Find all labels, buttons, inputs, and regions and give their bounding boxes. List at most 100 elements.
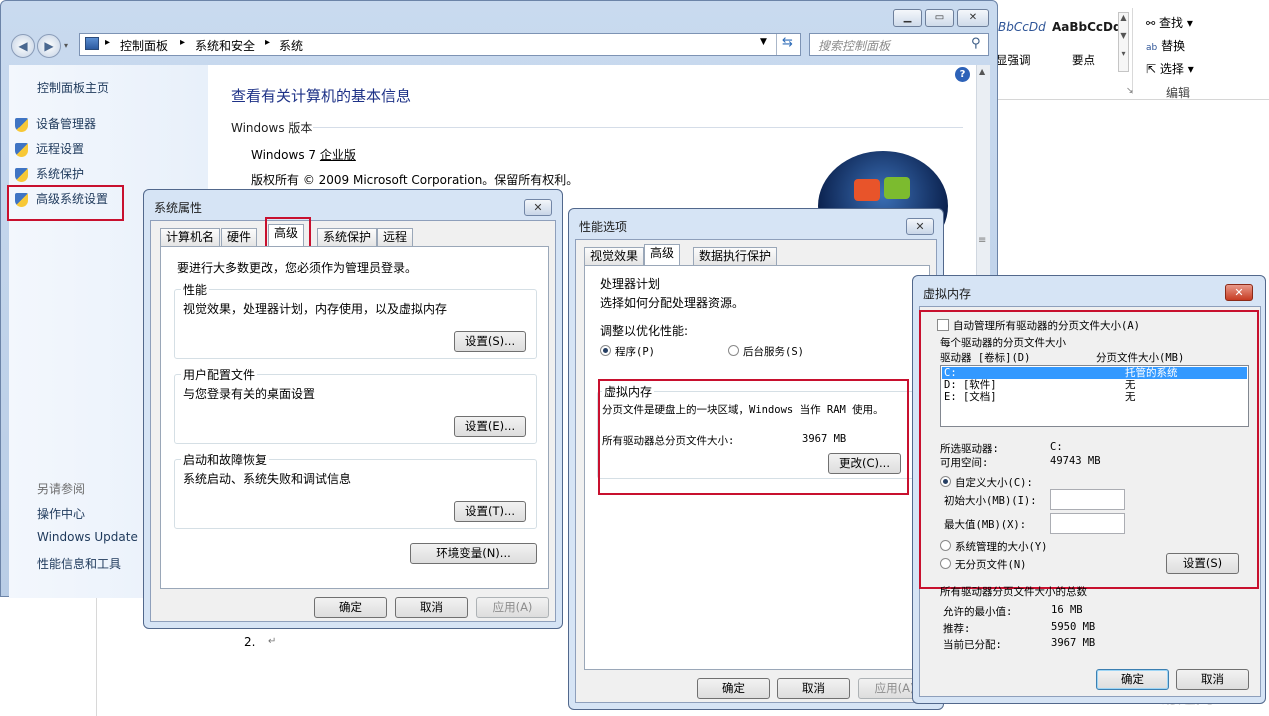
action-center-link[interactable]: 操作中心 <box>37 505 85 522</box>
close-button[interactable]: ✕ <box>957 9 989 27</box>
totals-heading: 所有驱动器分页文件大小的总数 <box>940 586 1087 598</box>
highlight-box <box>598 379 909 495</box>
windows-update-link[interactable]: Windows Update <box>37 530 138 544</box>
startup-settings-button[interactable]: 设置(T)... <box>454 501 526 522</box>
sidebar-item-device-manager[interactable]: 设备管理器 <box>15 115 96 132</box>
editing-group-label: 编辑 <box>1166 86 1191 100</box>
search-input[interactable]: 搜索控制面板 <box>809 33 989 56</box>
group-desc: 选择如何分配处理器资源。 <box>600 296 745 310</box>
close-button[interactable]: ✕ <box>906 218 934 235</box>
ok-button[interactable]: 确定 <box>314 597 387 618</box>
page-title: 查看有关计算机的基本信息 <box>231 87 412 105</box>
group-desc: 与您登录有关的桌面设置 <box>183 387 316 401</box>
address-dropdown-icon[interactable]: ▼ <box>760 37 767 47</box>
min-label: 允许的最小值: <box>943 606 1013 618</box>
replace-button[interactable]: ab 替换 <box>1146 37 1185 54</box>
copyright-text: 版权所有 © 2009 Microsoft Corporation。保留所有权利… <box>251 173 579 187</box>
group-title: 用户配置文件 <box>181 366 258 383</box>
shield-icon <box>15 142 28 157</box>
group-title: 处理器计划 <box>598 275 663 292</box>
breadcrumb-arrow: ▸ <box>265 37 271 48</box>
breadcrumb-control-panel[interactable]: 控制面板 <box>120 37 168 54</box>
tab-hardware[interactable]: 硬件 <box>221 228 258 247</box>
cancel-button[interactable]: 取消 <box>1176 669 1249 690</box>
breadcrumb-arrow: ▸ <box>105 37 111 48</box>
control-panel-home-link[interactable]: 控制面板主页 <box>37 79 109 96</box>
tab-computer-name[interactable]: 计算机名 <box>160 228 221 247</box>
minimize-button[interactable]: ▁ <box>893 9 922 27</box>
scroll-up-icon[interactable]: ▲ <box>979 67 985 76</box>
highlight-box <box>919 310 1259 589</box>
word-ribbon: BbCcDd 显强调 AaBbCcDd 要点 ▲ ▼ ▾ ⚯ 查找 ▾ ab 替换 … <box>990 0 1269 100</box>
services-radio[interactable]: 后台服务(S) <box>728 344 804 359</box>
scroll-thumb[interactable]: ≡ <box>978 235 989 255</box>
shield-icon <box>15 167 28 182</box>
current-value: 3967 MB <box>1051 637 1096 649</box>
dialog-title: 系统属性 <box>154 201 203 215</box>
style-preview-emphasis[interactable]: BbCcDd <box>998 20 1046 34</box>
style-label-emphasis: 显强调 <box>996 53 1031 67</box>
sidebar-item-remote[interactable]: 远程设置 <box>15 140 84 157</box>
dialog-launcher-icon[interactable]: ↘ <box>1126 86 1134 96</box>
cursor-icon: ⇱ <box>1146 62 1157 76</box>
profile-settings-button[interactable]: 设置(E)... <box>454 416 526 437</box>
tab-visual-effects[interactable]: 视觉效果 <box>584 247 645 266</box>
radio-icon <box>600 345 611 356</box>
list-item-number: 2. <box>244 635 256 649</box>
env-variables-button[interactable]: 环境变量(N)... <box>410 543 537 564</box>
apply-button[interactable]: 应用(A) <box>476 597 549 618</box>
scheduling-group: 处理器计划 选择如何分配处理器资源。 调整以优化性能: 程序(P) 后台服务(S… <box>597 275 917 367</box>
margin-guide <box>96 595 97 716</box>
highlight-box <box>7 185 124 221</box>
edition-line: Windows 7 企业版 <box>251 148 356 162</box>
paragraph-mark-icon: ↵ <box>268 636 277 647</box>
programs-radio[interactable]: 程序(P) <box>600 344 655 359</box>
help-icon[interactable]: ? <box>955 67 970 82</box>
find-button[interactable]: ⚯ 查找 ▾ <box>1146 14 1193 31</box>
tab-advanced[interactable]: 高级 <box>644 244 681 266</box>
cancel-button[interactable]: 取消 <box>395 597 468 618</box>
group-title: 启动和故障恢复 <box>181 451 270 468</box>
radio-icon <box>728 345 739 356</box>
dialog-title: 虚拟内存 <box>923 287 972 301</box>
admin-note: 要进行大多数更改，您必须作为管理员登录。 <box>177 261 418 275</box>
see-also-heading: 另请参阅 <box>37 482 86 496</box>
performance-tools-link[interactable]: 性能信息和工具 <box>37 555 121 572</box>
performance-options-dialog: 性能选项 ✕ 视觉效果 高级 数据执行保护 处理器计划 选择如何分配处理器资源。… <box>568 208 944 710</box>
select-button[interactable]: ⇱ 选择 ▾ <box>1146 60 1194 77</box>
close-button[interactable]: ✕ <box>1225 284 1253 301</box>
tab-system-protection[interactable]: 系统保护 <box>317 228 378 247</box>
breadcrumb-system[interactable]: 系统 <box>279 37 303 54</box>
styles-scroll[interactable]: ▲ ▼ ▾ <box>1118 12 1129 72</box>
back-button[interactable]: ◀ <box>11 34 35 58</box>
logo-pane-red <box>854 179 880 201</box>
close-button[interactable]: ✕ <box>524 199 552 216</box>
tab-dep[interactable]: 数据执行保护 <box>693 247 778 266</box>
style-preview-strong[interactable]: AaBbCcDd <box>1052 20 1122 34</box>
forward-button[interactable]: ▶ <box>37 34 61 58</box>
logo-pane-green <box>884 177 910 199</box>
group-desc: 视觉效果，处理器计划，内存使用，以及虚拟内存 <box>183 302 448 316</box>
tab-remote[interactable]: 远程 <box>377 228 414 247</box>
current-label: 当前已分配: <box>943 639 1002 651</box>
breadcrumb-system-security[interactable]: 系统和安全 <box>195 37 255 54</box>
search-icon[interactable]: ⚲ <box>971 36 981 51</box>
profile-group: 用户配置文件 与您登录有关的桌面设置 设置(E)... <box>174 366 537 444</box>
min-value: 16 MB <box>1051 604 1083 616</box>
ok-button[interactable]: 确定 <box>697 678 770 699</box>
perf-settings-button[interactable]: 设置(S)... <box>454 331 526 352</box>
ok-button[interactable]: 确定 <box>1096 669 1169 690</box>
history-dropdown-icon[interactable]: ▾ <box>64 41 68 50</box>
address-bar[interactable]: ▸ 控制面板 ▸ 系统和安全 ▸ 系统 ▼ ⇆ <box>79 33 801 56</box>
refresh-icon[interactable]: ⇆ <box>782 35 793 50</box>
replace-icon: ab <box>1146 43 1158 53</box>
advanced-panel: 要进行大多数更改，您必须作为管理员登录。 性能 视觉效果，处理器计划，内存使用，… <box>160 246 549 589</box>
section-heading: Windows 版本 <box>231 121 313 135</box>
dialog-body: 视觉效果 高级 数据执行保护 处理器计划 选择如何分配处理器资源。 调整以优化性… <box>575 239 937 703</box>
maximize-button[interactable]: ▭ <box>925 9 954 27</box>
sidebar-item-protection[interactable]: 系统保护 <box>15 165 84 182</box>
system-properties-dialog: 系统属性 ✕ 计算机名 硬件 高级 系统保护 远程 要进行大多数更改，您必须作为… <box>143 189 563 629</box>
group-title: 性能 <box>181 281 210 298</box>
breadcrumb-arrow: ▸ <box>180 37 186 48</box>
cancel-button[interactable]: 取消 <box>777 678 850 699</box>
